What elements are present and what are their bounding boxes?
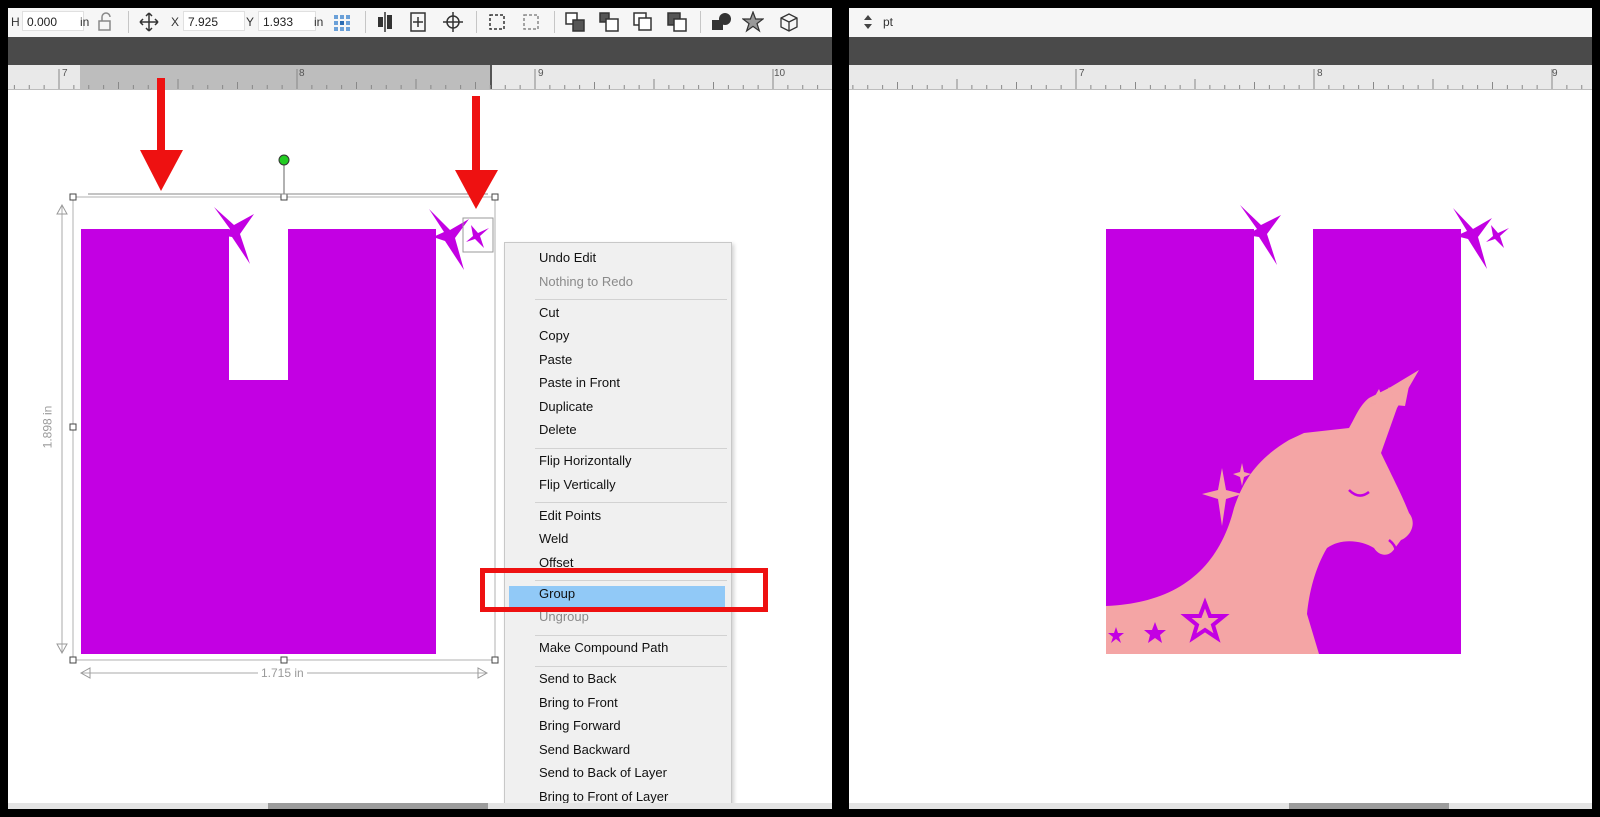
menu-item-bring-to-front-of-layer[interactable]: Bring to Front of Layer bbox=[539, 789, 668, 804]
menu-item-bring-to-front[interactable]: Bring to Front bbox=[539, 695, 618, 710]
horizontal-scrollbar[interactable] bbox=[8, 803, 832, 809]
small-sparkle-shape bbox=[1486, 225, 1509, 248]
menu-item-delete[interactable]: Delete bbox=[539, 422, 577, 437]
height-dimension-label: 1.898 in bbox=[40, 405, 55, 449]
scrollbar-thumb[interactable] bbox=[268, 803, 488, 809]
width-dimension-label: 1.715 in bbox=[258, 666, 307, 680]
menu-item-send-backward[interactable]: Send Backward bbox=[539, 742, 630, 757]
annotation-arrow-right bbox=[455, 96, 498, 209]
menu-separator bbox=[535, 502, 727, 503]
menu-item-duplicate[interactable]: Duplicate bbox=[539, 399, 593, 414]
menu-item-paste-in-front[interactable]: Paste in Front bbox=[539, 375, 620, 390]
annotation-arrow-left bbox=[140, 78, 183, 191]
menu-item-weld[interactable]: Weld bbox=[539, 531, 568, 546]
menu-separator bbox=[535, 634, 727, 636]
menu-item-edit-points[interactable]: Edit Points bbox=[539, 508, 601, 523]
menu-item-flip-vertically[interactable]: Flip Vertically bbox=[539, 477, 616, 492]
horizontal-scrollbar[interactable] bbox=[849, 803, 1592, 809]
menu-item-nothing-to-redo: Nothing to Redo bbox=[539, 273, 633, 289]
menu-item-undo-edit[interactable]: Undo Edit bbox=[539, 250, 596, 265]
right-canvas-panel: pt 7 8 9 bbox=[849, 8, 1592, 809]
menu-item-send-to-back-of-layer[interactable]: Send to Back of Layer bbox=[539, 765, 667, 780]
menu-item-send-to-back[interactable]: Send to Back bbox=[539, 671, 616, 686]
preview-canvas bbox=[1106, 205, 1509, 654]
menu-item-cut[interactable]: Cut bbox=[539, 305, 559, 320]
annotation-highlight-box bbox=[480, 568, 768, 612]
rotation-handle[interactable] bbox=[278, 154, 290, 166]
menu-separator bbox=[535, 447, 727, 449]
menu-item-bring-forward[interactable]: Bring Forward bbox=[539, 718, 621, 733]
menu-item-flip-horizontally[interactable]: Flip Horizontally bbox=[539, 453, 631, 468]
menu-item-paste[interactable]: Paste bbox=[539, 352, 572, 367]
purple-letter-shape[interactable] bbox=[81, 229, 436, 654]
scrollbar-thumb[interactable] bbox=[1289, 803, 1449, 809]
menu-separator bbox=[535, 299, 727, 300]
left-canvas-panel: H 0.000 in X 7.925 Y 1.933 in 7 8 9 10 1… bbox=[8, 8, 832, 809]
menu-item-make-compound-path[interactable]: Make Compound Path bbox=[539, 640, 668, 655]
menu-item-copy[interactable]: Copy bbox=[539, 328, 569, 343]
menu-separator bbox=[535, 665, 727, 667]
context-menu: Undo Edit Nothing to Redo Cut Copy Paste Past… bbox=[504, 242, 732, 809]
small-sparkle-shape[interactable] bbox=[466, 225, 489, 248]
